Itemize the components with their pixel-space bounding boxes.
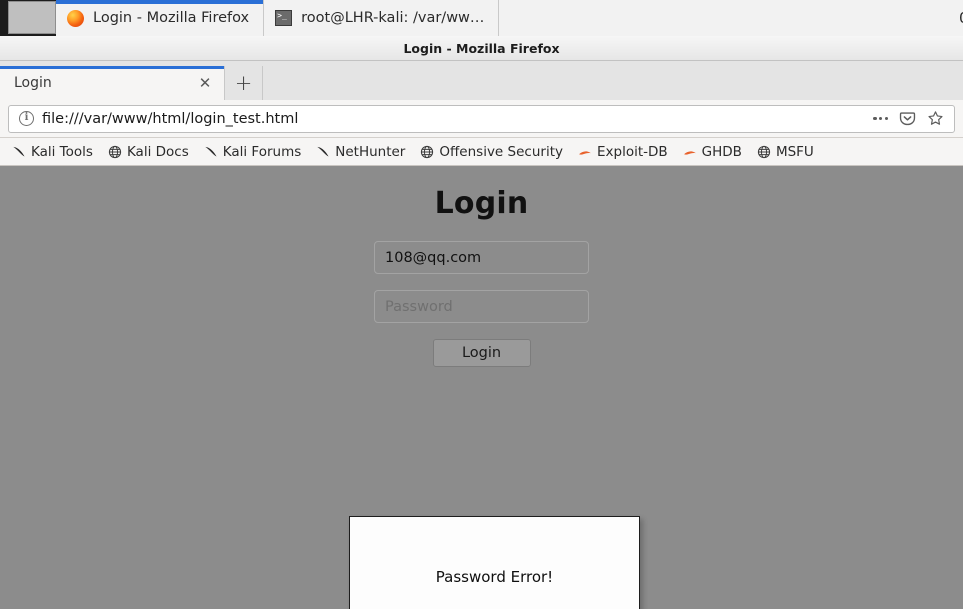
bookmark-label: Kali Tools xyxy=(31,143,93,160)
email-field[interactable] xyxy=(374,241,589,274)
page-title: Login xyxy=(434,186,529,221)
navigation-toolbar: i file:///var/www/html/login_test.html xyxy=(0,100,963,138)
exploitdb-icon xyxy=(683,145,697,159)
bookmark-label: Kali Docs xyxy=(126,143,189,160)
firefox-window: Login - Mozilla Firefox Login ✕ + i file… xyxy=(0,36,963,609)
bookmark-msfu[interactable]: MSFU xyxy=(751,142,820,162)
login-submit-button[interactable]: Login xyxy=(432,339,531,367)
taskbar-task-firefox-label: Login - Mozilla Firefox xyxy=(93,10,250,26)
bookmark-label: MSFU xyxy=(775,143,814,160)
login-form: Login xyxy=(0,241,963,367)
taskbar-task-terminal[interactable]: >_ root@LHR-kali: /var/ww… xyxy=(264,0,500,36)
globe-icon xyxy=(420,145,434,159)
firefox-icon xyxy=(67,9,84,27)
globe-icon xyxy=(108,145,122,159)
bookmark-kali-docs[interactable]: Kali Docs xyxy=(102,142,195,162)
bookmark-kali-forums[interactable]: Kali Forums xyxy=(198,142,308,162)
pocket-icon[interactable] xyxy=(899,110,916,127)
password-field[interactable] xyxy=(374,290,589,323)
exploitdb-icon xyxy=(578,145,592,159)
tab-strip: Login ✕ + xyxy=(0,61,963,100)
url-bar-actions xyxy=(873,110,948,127)
bookmark-kali-tools[interactable]: Kali Tools xyxy=(6,142,99,162)
bookmark-label: Exploit-DB xyxy=(596,143,668,160)
browser-tab-login[interactable]: Login ✕ xyxy=(0,66,225,100)
os-taskbar: Login - Mozilla Firefox >_ root@LHR-kali… xyxy=(0,0,963,36)
bookmark-offensive-security[interactable]: Offensive Security xyxy=(414,142,569,162)
taskbar-task-terminal-label: root@LHR-kali: /var/ww… xyxy=(301,10,485,26)
terminal-icon: >_ xyxy=(275,10,293,26)
page-content: Login Login Password Error! 确定 xyxy=(0,166,963,609)
close-icon[interactable]: ✕ xyxy=(194,72,216,94)
new-tab-button[interactable]: + xyxy=(225,66,263,100)
bookmark-label: Offensive Security xyxy=(439,143,563,160)
taskbar-empty-area xyxy=(499,0,949,36)
bookmark-exploit-db[interactable]: Exploit-DB xyxy=(572,142,674,162)
bookmark-label: GHDB xyxy=(701,143,742,160)
bookmark-nethunter[interactable]: NetHunter xyxy=(310,142,411,162)
password-error-dialog: Password Error! 确定 xyxy=(349,516,640,609)
page-actions-icon[interactable] xyxy=(873,116,888,121)
bookmark-ghdb[interactable]: GHDB xyxy=(677,142,748,162)
taskbar-placeholder-box[interactable] xyxy=(8,1,56,34)
bookmark-star-icon[interactable] xyxy=(927,110,944,127)
bookmarks-toolbar: Kali Tools Kali Docs Kali Forums NetHunt… xyxy=(0,138,963,166)
taskbar-clock[interactable]: 0 xyxy=(949,0,963,36)
info-icon[interactable]: i xyxy=(19,111,34,126)
browser-tab-label: Login xyxy=(14,75,52,91)
kali-dragon-icon xyxy=(316,145,330,159)
url-bar[interactable]: i file:///var/www/html/login_test.html xyxy=(8,104,955,133)
window-title: Login - Mozilla Firefox xyxy=(0,36,963,61)
bookmark-label: NetHunter xyxy=(335,143,406,160)
bookmark-label: Kali Forums xyxy=(222,143,302,160)
kali-dragon-icon xyxy=(12,145,26,159)
url-text[interactable]: file:///var/www/html/login_test.html xyxy=(42,111,865,127)
dialog-message: Password Error! xyxy=(350,517,639,609)
globe-icon xyxy=(757,145,771,159)
taskbar-task-firefox[interactable]: Login - Mozilla Firefox xyxy=(56,0,265,36)
kali-dragon-icon xyxy=(204,145,218,159)
taskbar-left-padding xyxy=(0,0,8,36)
